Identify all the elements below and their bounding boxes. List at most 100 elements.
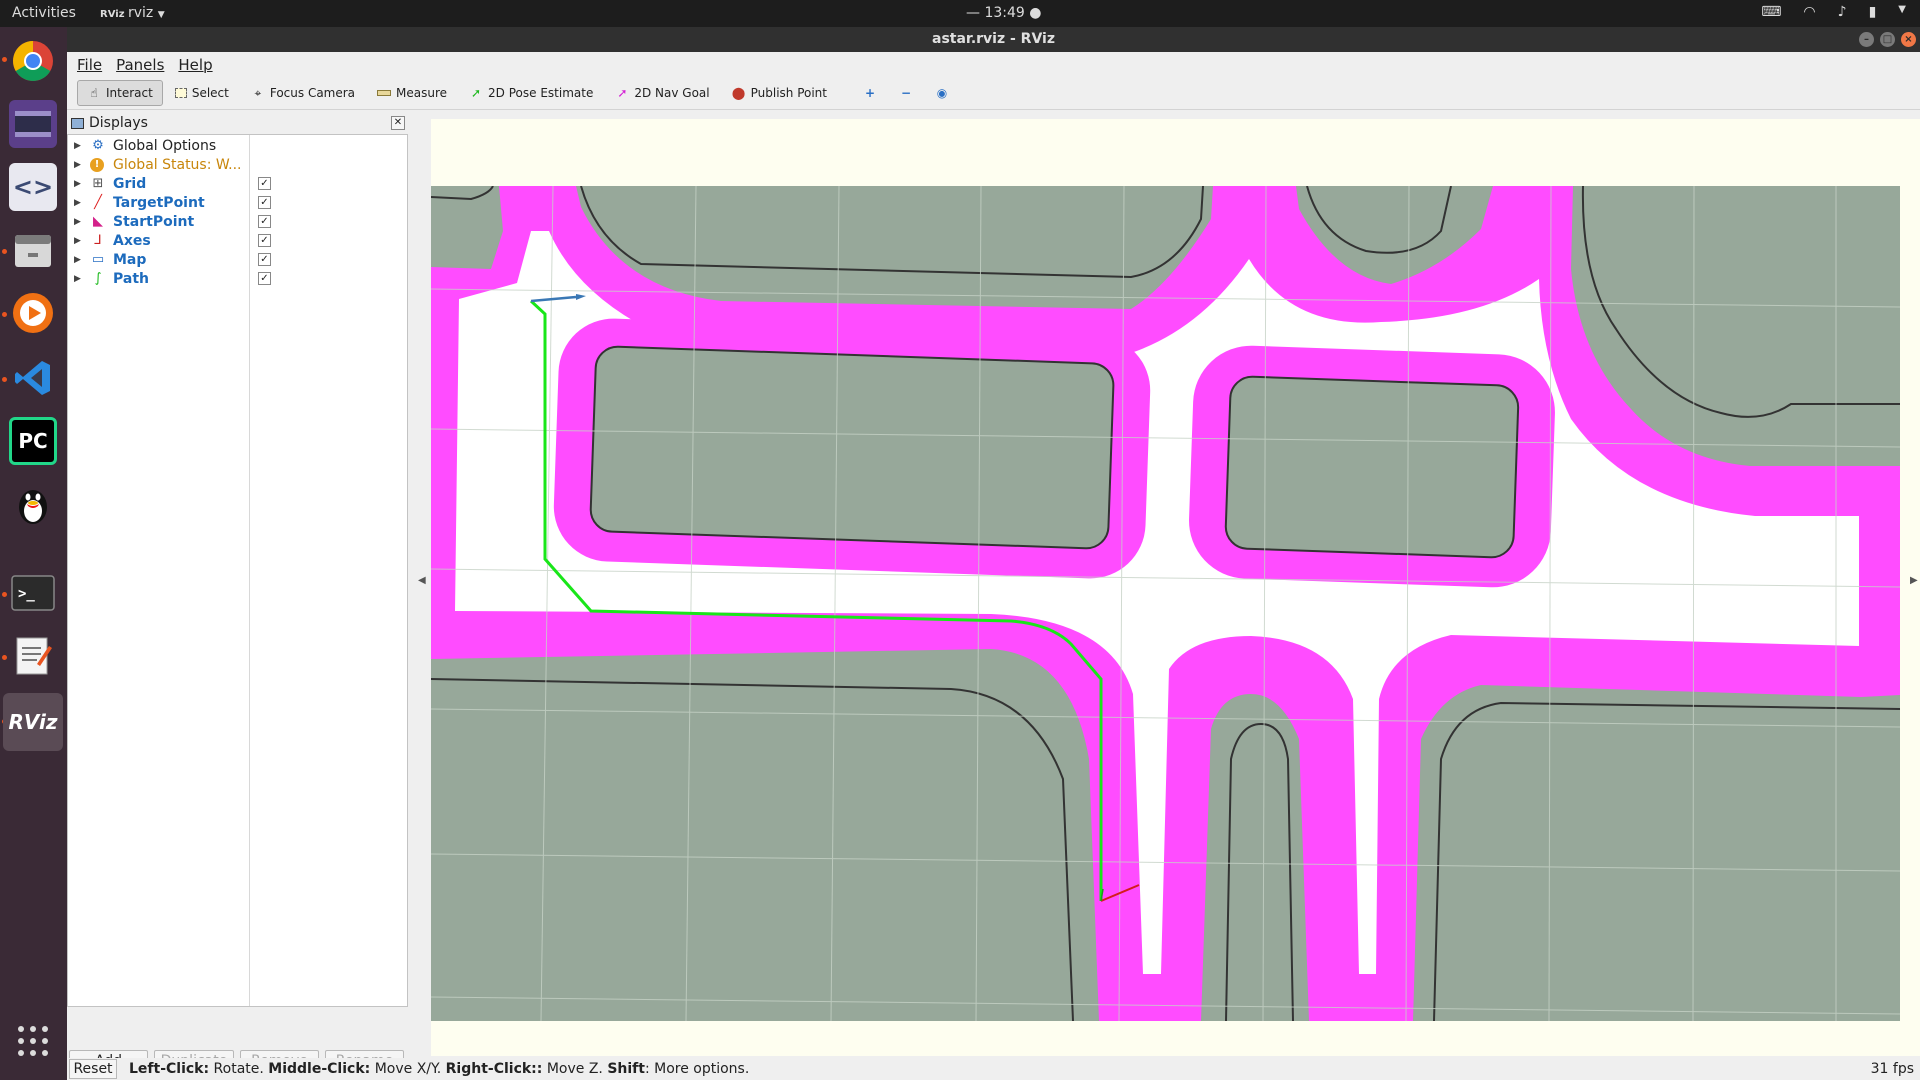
red-line-icon: ╱ [94, 194, 102, 210]
tree-row-map[interactable]: ▶ ▭ Map ✓ [68, 250, 407, 269]
enable-checkbox[interactable]: ✓ [258, 215, 271, 228]
menu-file[interactable]: File [77, 56, 102, 74]
system-tray[interactable]: ⌨ ◠ ♪ ▮ ▼ [1761, 4, 1906, 20]
tree-row-global-status[interactable]: ▶ ! Global Status: W... [68, 155, 407, 174]
help-more-options: : More options. [644, 1061, 750, 1077]
window-title: astar.rviz - RViz [932, 31, 1055, 47]
svg-text:>_: >_ [18, 586, 35, 602]
eye-icon: ◉ [936, 86, 948, 100]
battery-icon[interactable]: ▮ [1869, 4, 1877, 20]
render-viewport[interactable] [431, 119, 1920, 1056]
pose-estimate-label: 2D Pose Estimate [488, 86, 594, 100]
help-rotate: Rotate. [209, 1061, 269, 1077]
add-tool-button[interactable]: + [853, 80, 887, 106]
monitor-icon [71, 117, 84, 129]
focus-camera-button[interactable]: ⌖ Focus Camera [241, 80, 365, 106]
map-island-left-obstacle [589, 345, 1115, 550]
collapse-right-icon[interactable]: ▶ [1910, 575, 1918, 586]
grid-icon: ⊞ [92, 175, 104, 191]
tree-row-grid[interactable]: ▶ ⊞ Grid ✓ [68, 174, 407, 193]
select-box-icon [174, 88, 187, 98]
enable-checkbox[interactable]: ✓ [258, 177, 271, 190]
rviz-icon[interactable]: RViz [3, 693, 63, 751]
remove-tool-button[interactable]: − [889, 80, 923, 106]
fps-counter: 31 fps [1870, 1061, 1914, 1077]
enable-checkbox[interactable]: ✓ [258, 196, 271, 209]
expand-arrow-icon[interactable]: ▶ [74, 255, 81, 265]
minimize-icon[interactable]: – [1859, 32, 1874, 47]
code-editor-icon[interactable]: <> [9, 163, 57, 211]
tree-row-path[interactable]: ▶ ∫ Path ✓ [68, 269, 407, 288]
close-icon[interactable]: × [1901, 32, 1916, 47]
minus-icon: − [900, 86, 912, 100]
vscode-icon[interactable] [9, 354, 57, 402]
activities-button[interactable]: Activities [12, 5, 76, 21]
status-bar: Reset Left-Click: Rotate. Middle-Click: … [67, 1058, 1920, 1080]
enable-checkbox[interactable]: ✓ [258, 253, 271, 266]
measure-button[interactable]: Measure [367, 80, 457, 106]
title-bar[interactable]: astar.rviz - RViz – □ × [67, 27, 1920, 52]
help-right-click: Right-Click:: [445, 1061, 543, 1077]
warning-icon: ! [90, 157, 104, 172]
chrome-icon[interactable] [9, 37, 57, 85]
pycharm-icon[interactable]: PC [9, 417, 57, 465]
wifi-icon[interactable]: ◠ [1803, 4, 1815, 20]
pose-estimate-button[interactable]: ➚ 2D Pose Estimate [459, 80, 603, 106]
map-pin-icon: ⬤ [731, 86, 746, 100]
expand-arrow-icon[interactable]: ▶ [74, 198, 81, 208]
expand-arrow-icon[interactable]: ▶ [74, 160, 81, 170]
expand-arrow-icon[interactable]: ▶ [74, 236, 81, 246]
menu-panels[interactable]: Panels [116, 56, 164, 74]
tree-row-axes[interactable]: ▶ ⅃ Axes ✓ [68, 231, 407, 250]
qq-icon[interactable] [9, 480, 57, 528]
maximize-icon[interactable]: □ [1880, 32, 1895, 47]
media-player-icon[interactable] [9, 289, 57, 337]
publish-point-label: Publish Point [750, 86, 827, 100]
reset-button[interactable]: Reset [69, 1059, 117, 1079]
top-bar: Activities RViz rviz ▼ — 13:49 ● ⌨ ◠ ♪ ▮… [0, 0, 1920, 27]
select-tool-button[interactable]: Select [165, 80, 239, 106]
help-move-z: Move Z. [542, 1061, 608, 1077]
tree-row-global-options[interactable]: ▶ ⚙ Global Options [68, 136, 407, 155]
enable-checkbox[interactable]: ✓ [258, 272, 271, 285]
publish-point-button[interactable]: ⬤ Publish Point [722, 80, 837, 106]
terminal-icon[interactable]: >_ [9, 569, 57, 617]
nav-goal-label: 2D Nav Goal [634, 86, 710, 100]
expand-arrow-icon[interactable]: ▶ [74, 274, 81, 284]
keyboard-icon[interactable]: ⌨ [1761, 4, 1781, 20]
text-editor-icon[interactable] [9, 632, 57, 680]
files-icon[interactable] [9, 226, 57, 274]
tree-label: Axes [113, 232, 151, 249]
axes-icon: ⅃ [94, 232, 102, 248]
running-indicator [2, 249, 7, 254]
chevron-down-icon: ▼ [157, 10, 165, 20]
expand-arrow-icon[interactable]: ▶ [74, 179, 81, 189]
gear-icon: ⚙ [92, 137, 104, 153]
app-menu[interactable]: RViz rviz ▼ [100, 5, 165, 21]
plus-icon: + [864, 86, 876, 100]
tree-row-targetpoint[interactable]: ▶ ╱ TargetPoint ✓ [68, 193, 407, 212]
show-applications-icon[interactable] [9, 1017, 57, 1065]
map-canvas[interactable] [431, 119, 1920, 1056]
enable-checkbox[interactable]: ✓ [258, 234, 271, 247]
nav-goal-button[interactable]: ➚ 2D Nav Goal [605, 80, 719, 106]
menu-help[interactable]: Help [178, 56, 212, 74]
chevron-down-icon[interactable]: ▼ [1898, 4, 1906, 20]
interact-label: Interact [106, 86, 153, 100]
displays-panel: Displays ✕ ▶ ⚙ Global Options ▶ ! Global… [67, 112, 408, 1072]
tree-row-startpoint[interactable]: ▶ ◣ StartPoint ✓ [68, 212, 407, 231]
tree-label: Global Status: W... [113, 156, 242, 173]
close-icon[interactable]: ✕ [391, 116, 405, 130]
volume-icon[interactable]: ♪ [1838, 4, 1847, 20]
clock[interactable]: — 13:49 ● [966, 5, 1041, 21]
help-move-xy: Move X/Y. [370, 1061, 446, 1077]
video-icon[interactable] [9, 100, 57, 148]
expand-arrow-icon[interactable]: ▶ [74, 217, 81, 227]
displays-title: Displays [89, 115, 148, 131]
interact-tool-button[interactable]: ☝ Interact [77, 80, 163, 106]
app-menu-label: rviz [128, 5, 154, 21]
tree-label: Global Options [113, 137, 217, 154]
expand-arrow-icon[interactable]: ▶ [74, 141, 81, 151]
collapse-left-icon[interactable]: ◀ [418, 575, 426, 586]
view-options-button[interactable]: ◉ [925, 80, 959, 106]
